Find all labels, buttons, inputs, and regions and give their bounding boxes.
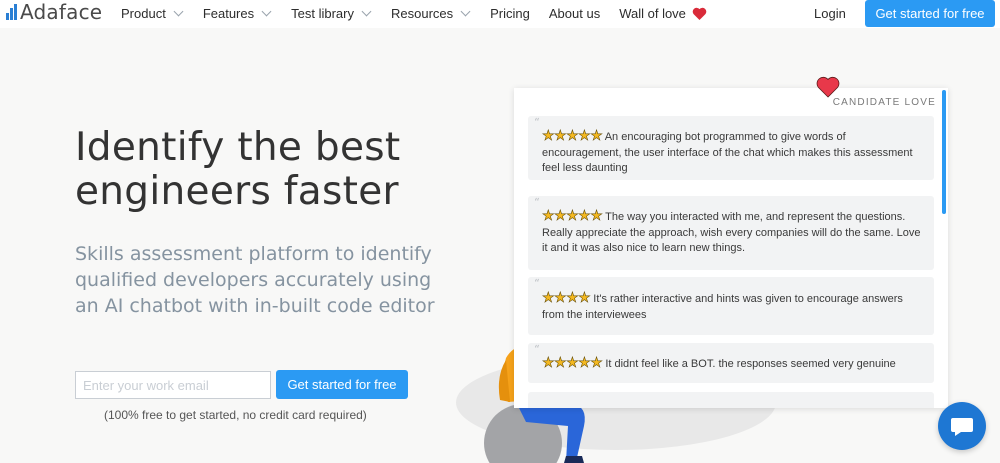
quote-icon: “: [534, 277, 540, 290]
logo-icon: [6, 4, 17, 20]
nav-item-resources[interactable]: Resources: [390, 5, 471, 21]
main-menu: Product Features Test library Resources …: [121, 0, 707, 26]
logo[interactable]: Adaface: [6, 0, 102, 24]
hero-subtitle: Skills assessment platform to identify q…: [75, 243, 435, 317]
star-rating: ★★★★★: [542, 127, 603, 143]
hero-get-started-button[interactable]: Get started for free: [276, 370, 408, 399]
nav-item-label: Resources: [390, 5, 454, 21]
free-note: (100% free to get started, no credit car…: [104, 408, 367, 422]
heart-icon: [692, 7, 707, 20]
nav-item-label: Pricing: [490, 5, 530, 21]
chat-widget-button[interactable]: [938, 402, 986, 450]
nav-item-features[interactable]: Features: [202, 5, 272, 21]
nav-item-label: Test library: [291, 5, 354, 21]
nav-item-pricing[interactable]: Pricing: [490, 6, 530, 21]
nav-item-label: Wall of love: [619, 5, 686, 21]
quote-icon: “: [534, 116, 540, 129]
quote-icon: “: [534, 196, 540, 209]
quote-icon: “: [534, 343, 540, 356]
work-email-input[interactable]: [75, 371, 271, 399]
star-rating: ★★★★★: [542, 354, 603, 370]
nav-get-started-button[interactable]: Get started for free: [865, 0, 995, 27]
review-card: “ ★★★★★ It didnt feel like a BOT. the re…: [528, 343, 934, 383]
nav-item-about-us[interactable]: About us: [549, 6, 600, 21]
login-link[interactable]: Login: [814, 6, 846, 21]
review-text: It's rather interactive and hints was gi…: [542, 293, 903, 321]
nav-item-label: About us: [548, 5, 601, 21]
chat-icon: [951, 418, 973, 436]
review-card: “ ★★★★★ An encouraging bot programmed to…: [528, 116, 934, 180]
review-text: It didnt feel like a BOT. the responses …: [605, 358, 896, 370]
chevron-down-icon: [460, 6, 471, 16]
nav-item-product[interactable]: Product: [121, 5, 184, 21]
heart-icon: [816, 76, 840, 98]
star-rating: ★★★★★: [542, 207, 603, 223]
review-card: [528, 392, 934, 408]
chevron-down-icon: [261, 6, 272, 16]
hero-headline: Identify the best engineers faster: [75, 125, 401, 214]
nav-item-label: Features: [202, 5, 255, 21]
nav-item-wall-of-love[interactable]: Wall of love: [619, 6, 707, 21]
chevron-down-icon: [173, 6, 184, 16]
top-navbar: Adaface Product Features Test library Re…: [0, 0, 1000, 28]
review-card: “ ★★★★ It's rather interactive and hints…: [528, 277, 934, 335]
star-rating: ★★★★: [542, 289, 591, 305]
scrollbar[interactable]: [942, 90, 946, 214]
nav-item-test-library[interactable]: Test library: [291, 5, 372, 21]
candidate-love-card: CANDIDATE LOVE “ ★★★★★ An encouraging bo…: [514, 88, 948, 408]
review-card: “ ★★★★★ The way you interacted with me, …: [528, 196, 934, 270]
chevron-down-icon: [361, 6, 372, 16]
card-title: CANDIDATE LOVE: [832, 97, 936, 108]
nav-item-label: Product: [121, 5, 166, 21]
logo-text: Adaface: [20, 0, 103, 24]
